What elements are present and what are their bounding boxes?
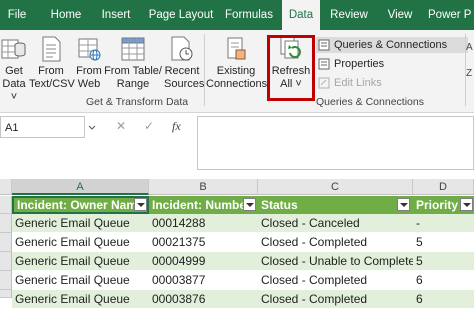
table-cell[interactable]: Closed - Unable to Complete [258,252,413,271]
table-cell[interactable]: 5 [413,252,474,271]
table-cell[interactable]: Closed - Completed [258,290,413,309]
ribbon-tab-bar: File Home Insert Page Layout Formulas Da… [0,0,474,31]
refresh-all-highlight [267,35,315,101]
row-header[interactable] [0,196,12,214]
svg-text:A: A [466,42,473,53]
row-header[interactable] [0,252,12,271]
properties-button[interactable]: Properties [318,56,384,72]
filter-dropdown-icon[interactable] [460,198,473,211]
from-table-range-line2: Range [116,78,150,90]
get-data-button[interactable]: Get Data ˅ [0,36,28,104]
filter-dropdown-icon[interactable] [243,198,256,211]
table-cell[interactable]: Generic Email Queue [12,233,149,252]
table-cell[interactable]: Closed - Completed [258,271,413,290]
properties-label: Properties [334,58,385,70]
from-web-line2: Web [77,78,101,90]
table-cell[interactable]: Closed - Canceled [258,214,413,233]
from-table-range-button[interactable]: From Table/ Range [104,36,162,91]
group-label-get-transform: Get & Transform Data [86,96,189,108]
existing-connections-line1: Existing [216,65,256,77]
filter-dropdown-icon[interactable] [397,198,410,211]
from-web-button[interactable]: From Web [74,36,104,91]
group-label-queries: Queries & Connections [316,96,424,108]
get-data-line1: Get [5,65,23,77]
table-header-status[interactable]: Status [258,196,413,214]
queries-connections-label: Queries & Connections [334,39,448,51]
queries-connections-button[interactable]: Queries & Connections [316,37,468,53]
column-header-a[interactable]: A [12,179,149,195]
svg-text:Z: Z [466,68,472,79]
recent-sources-icon [171,36,193,61]
tab-power-pivot[interactable]: Power P [428,0,474,30]
table-cell[interactable]: Generic Email Queue [12,214,149,233]
from-text-csv-button[interactable]: From Text/CSV [29,36,75,91]
table-cell[interactable]: 00021375 [149,233,258,252]
existing-connections-line2: Connections [206,78,268,90]
table-cell[interactable]: 5 [413,233,474,252]
table-cell[interactable]: 00003876 [149,290,258,309]
table-icon [121,37,145,61]
column-header-b[interactable]: B [149,179,258,195]
table-cell[interactable]: - [413,214,474,233]
text-file-icon [42,36,61,62]
from-text-csv-line1: From [38,65,64,77]
queries-connections-icon [318,39,330,51]
get-data-line2: Data ˅ [2,78,26,103]
table-cell[interactable]: 00004999 [149,252,258,271]
from-table-range-line1: From Table/ [104,65,162,77]
filter-dropdown-icon[interactable] [134,198,147,211]
table-cell[interactable]: Generic Email Queue [12,271,149,290]
select-all-corner[interactable] [0,179,12,195]
insert-function-icon[interactable]: fx [172,119,181,134]
tab-view[interactable]: View [380,0,420,30]
properties-icon [318,58,330,70]
from-web-line1: From [76,65,102,77]
table-cell[interactable]: Generic Email Queue [12,252,149,271]
column-header-d[interactable]: D [413,179,474,195]
table-cell[interactable]: Generic Email Queue [12,290,149,309]
group-separator [204,34,205,106]
edit-links-label: Edit Links [334,77,382,89]
sort-filter-icon[interactable]: A Z [466,38,474,98]
tab-formulas[interactable]: Formulas [221,0,277,30]
existing-connections-icon [227,37,246,60]
edit-links-icon [318,77,330,89]
row-header[interactable] [0,233,12,252]
row-header[interactable] [0,290,12,298]
table-cell[interactable]: Closed - Completed [258,233,413,252]
tab-insert[interactable]: Insert [96,0,136,30]
ribbon-data: Get Data ˅ From Text/CSV From Web From T… [0,30,474,113]
table-header-owner[interactable]: Incident: Owner Name [12,196,149,214]
row-header[interactable] [0,214,12,233]
recent-sources-line2: Sources [164,78,205,90]
tab-data[interactable]: Data [282,0,320,31]
row-header[interactable] [0,271,12,290]
tab-file[interactable]: File [0,0,34,30]
recent-sources-line1: Recent [164,65,200,77]
table-header-number[interactable]: Incident: Number [149,196,258,214]
table-cell[interactable]: 00014288 [149,214,258,233]
cancel-icon[interactable]: ✕ [116,119,126,133]
existing-connections-button[interactable]: Existing Connections [206,36,268,91]
table-cell[interactable]: 00003877 [149,271,258,290]
column-header-c[interactable]: C [258,179,413,195]
tab-page-layout[interactable]: Page Layout [145,0,217,30]
tab-review[interactable]: Review [327,0,371,30]
table-cell[interactable]: 6 [413,271,474,290]
from-text-csv-line2: Text/CSV [29,78,75,90]
globe-table-icon [78,38,101,61]
formula-buttons: ✕ ✓ fx [100,116,195,138]
recent-sources-button[interactable]: Recent Sources [164,36,205,91]
database-icon [1,39,26,59]
enter-icon[interactable]: ✓ [144,119,154,133]
edit-links-button[interactable]: Edit Links [318,75,382,91]
chevron-down-icon[interactable] [88,124,96,132]
table-cell[interactable]: 6 [413,290,474,309]
formula-input[interactable] [197,116,474,170]
tab-home[interactable]: Home [44,0,88,30]
name-box[interactable]: A1 [0,116,85,138]
